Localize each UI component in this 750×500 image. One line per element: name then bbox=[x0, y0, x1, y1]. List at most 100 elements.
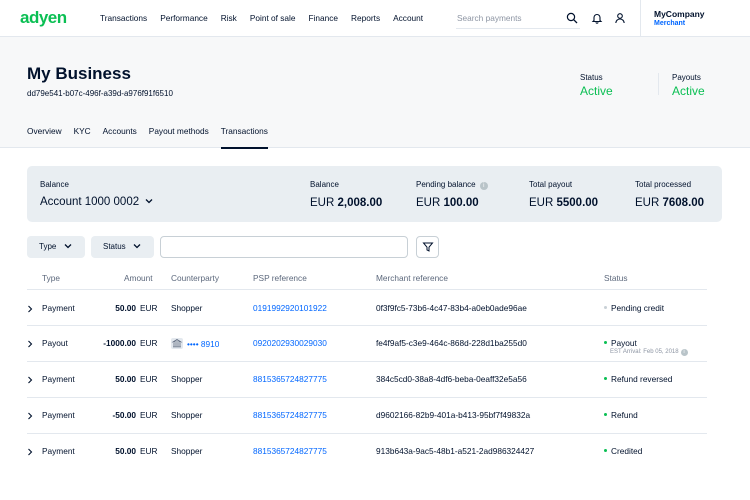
page-title: My Business bbox=[27, 64, 131, 83]
balance-value: EUR 2,008.00 bbox=[310, 197, 382, 209]
nav-item-account[interactable]: Account bbox=[393, 13, 423, 23]
chevron-down-icon bbox=[64, 244, 72, 249]
pending-balance-label: Pending balance bbox=[416, 180, 476, 189]
total-processed-label: Total processed bbox=[635, 180, 692, 189]
balance-currency: EUR bbox=[310, 197, 335, 209]
cell-counterparty: Shopper bbox=[171, 374, 202, 384]
chevron-right-icon[interactable] bbox=[26, 412, 34, 420]
total-processed-value: EUR 7608.00 bbox=[635, 197, 704, 209]
row-divider bbox=[27, 397, 707, 398]
chevron-right-icon[interactable] bbox=[26, 340, 34, 348]
status-dot bbox=[604, 306, 607, 309]
cell-currency: EUR bbox=[140, 338, 158, 348]
search-placeholder: Search payments bbox=[457, 13, 522, 23]
nav-item-transactions[interactable]: Transactions bbox=[100, 13, 147, 23]
column-header-type: Type bbox=[42, 273, 60, 283]
cell-status: Payout bbox=[604, 338, 637, 348]
account-select[interactable]: Account 1000 0002 bbox=[40, 196, 153, 208]
counterparty-name: Shopper bbox=[171, 303, 203, 313]
column-header-status: Status bbox=[604, 273, 628, 283]
info-icon[interactable]: i bbox=[479, 182, 488, 190]
status-text: Refund bbox=[611, 410, 638, 420]
cell-status: Refund reversed bbox=[604, 374, 672, 384]
pending-balance-value: EUR 100.00 bbox=[416, 197, 479, 209]
main-nav: Transactions Performance Risk Point of s… bbox=[100, 13, 436, 23]
pending-currency: EUR bbox=[416, 197, 441, 209]
company-role: Merchant bbox=[654, 20, 686, 27]
filter-search-input[interactable] bbox=[160, 236, 408, 258]
status-dot bbox=[604, 413, 607, 416]
cell-amount: 50.00 bbox=[56, 446, 136, 456]
adyen-logo[interactable]: adyen bbox=[20, 8, 67, 28]
amount-value: -50.00 bbox=[112, 410, 136, 420]
column-header-counterparty: Counterparty bbox=[171, 273, 219, 283]
status-stat: Status Active bbox=[580, 73, 613, 98]
cell-psp-reference[interactable]: 8815365724827775 bbox=[253, 410, 327, 420]
cell-amount: -1000.00 bbox=[56, 338, 136, 348]
nav-item-risk[interactable]: Risk bbox=[221, 13, 237, 23]
balance-card: Balance Account 1000 0002 Balance EUR 2,… bbox=[27, 166, 722, 222]
status-value: Active bbox=[580, 84, 613, 98]
user-icon[interactable] bbox=[614, 12, 626, 24]
cell-merchant-reference: 913b643a-9ac5-48b1-a521-2ad986324427 bbox=[376, 446, 535, 456]
cell-psp-reference[interactable]: 8815365724827775 bbox=[253, 374, 327, 384]
cell-amount: -50.00 bbox=[56, 410, 136, 420]
status-filter-label: Status bbox=[103, 242, 126, 251]
chevron-down-icon bbox=[133, 244, 141, 249]
row-divider bbox=[27, 361, 707, 362]
cell-counterparty: Shopper bbox=[171, 446, 202, 456]
top-navigation: adyen Transactions Performance Risk Poin… bbox=[0, 0, 750, 37]
tab-accounts[interactable]: Accounts bbox=[103, 126, 137, 149]
tab-kyc[interactable]: KYC bbox=[74, 126, 91, 149]
search-icon[interactable] bbox=[566, 12, 578, 24]
chevron-right-icon[interactable] bbox=[26, 376, 34, 384]
tab-overview[interactable]: Overview bbox=[27, 126, 62, 149]
tab-transactions[interactable]: Transactions bbox=[220, 126, 268, 149]
total-payout-value: EUR 5500.00 bbox=[529, 197, 598, 209]
balance-amount: 2,008.00 bbox=[337, 197, 383, 209]
chevron-right-icon[interactable] bbox=[26, 305, 34, 313]
counterparty-name: Shopper bbox=[171, 410, 203, 420]
column-header-psp-reference: PSP reference bbox=[253, 273, 307, 283]
payout-currency: EUR bbox=[529, 197, 554, 209]
cell-amount: 50.00 bbox=[56, 374, 136, 384]
chevron-right-icon[interactable] bbox=[26, 448, 34, 456]
column-header-amount: Amount bbox=[124, 273, 153, 283]
nav-item-reports[interactable]: Reports bbox=[351, 13, 380, 23]
amount-value: 50.00 bbox=[115, 374, 136, 384]
search-input[interactable]: Search payments bbox=[456, 9, 580, 29]
nav-item-point-of-sale[interactable]: Point of sale bbox=[250, 13, 296, 23]
filter-button[interactable] bbox=[416, 236, 439, 258]
nav-item-performance[interactable]: Performance bbox=[160, 13, 208, 23]
type-filter-button[interactable]: Type bbox=[27, 236, 85, 258]
counterparty-account[interactable]: •••• 8910 bbox=[187, 339, 219, 349]
cell-merchant-reference: 0f3f9fc5-73b6-4c47-83b4-a0eb0ade96ae bbox=[376, 303, 527, 313]
counterparty-name: Shopper bbox=[171, 374, 203, 384]
total-payout-label: Total payout bbox=[529, 180, 573, 189]
payouts-label: Payouts bbox=[672, 73, 701, 82]
tab-payout-methods[interactable]: Payout methods bbox=[149, 126, 209, 149]
company-name[interactable]: MyCompany bbox=[654, 9, 705, 19]
cell-psp-reference[interactable]: 8815365724827775 bbox=[253, 446, 327, 456]
cell-amount: 50.00 bbox=[56, 303, 136, 313]
bank-icon bbox=[171, 338, 183, 349]
cell-status: Credited bbox=[604, 446, 642, 456]
cell-currency: EUR bbox=[140, 303, 158, 313]
cell-psp-reference[interactable]: 0920202930029030 bbox=[253, 338, 327, 348]
cell-counterparty: •••• 8910 bbox=[171, 338, 219, 349]
nav-item-finance[interactable]: Finance bbox=[309, 13, 339, 23]
estimated-arrival: EST Arrival: Feb 05, 2018 i bbox=[610, 349, 688, 356]
row-divider bbox=[27, 433, 707, 434]
status-dot bbox=[604, 341, 607, 344]
status-filter-button[interactable]: Status bbox=[91, 236, 154, 258]
cell-status: Pending credit bbox=[604, 303, 664, 313]
cell-psp-reference[interactable]: 0191992920101922 bbox=[253, 303, 327, 313]
bell-icon[interactable] bbox=[591, 12, 603, 24]
info-icon[interactable]: i bbox=[680, 349, 688, 356]
account-header: My Business dd79e541-b07c-496f-a39d-a976… bbox=[0, 37, 750, 149]
tab-bar: Overview KYC Accounts Payout methods Tra… bbox=[27, 126, 280, 149]
cell-status: Refund bbox=[604, 410, 638, 420]
processed-currency: EUR bbox=[635, 197, 660, 209]
status-label: Status bbox=[580, 73, 603, 82]
amount-value: 50.00 bbox=[115, 446, 136, 456]
